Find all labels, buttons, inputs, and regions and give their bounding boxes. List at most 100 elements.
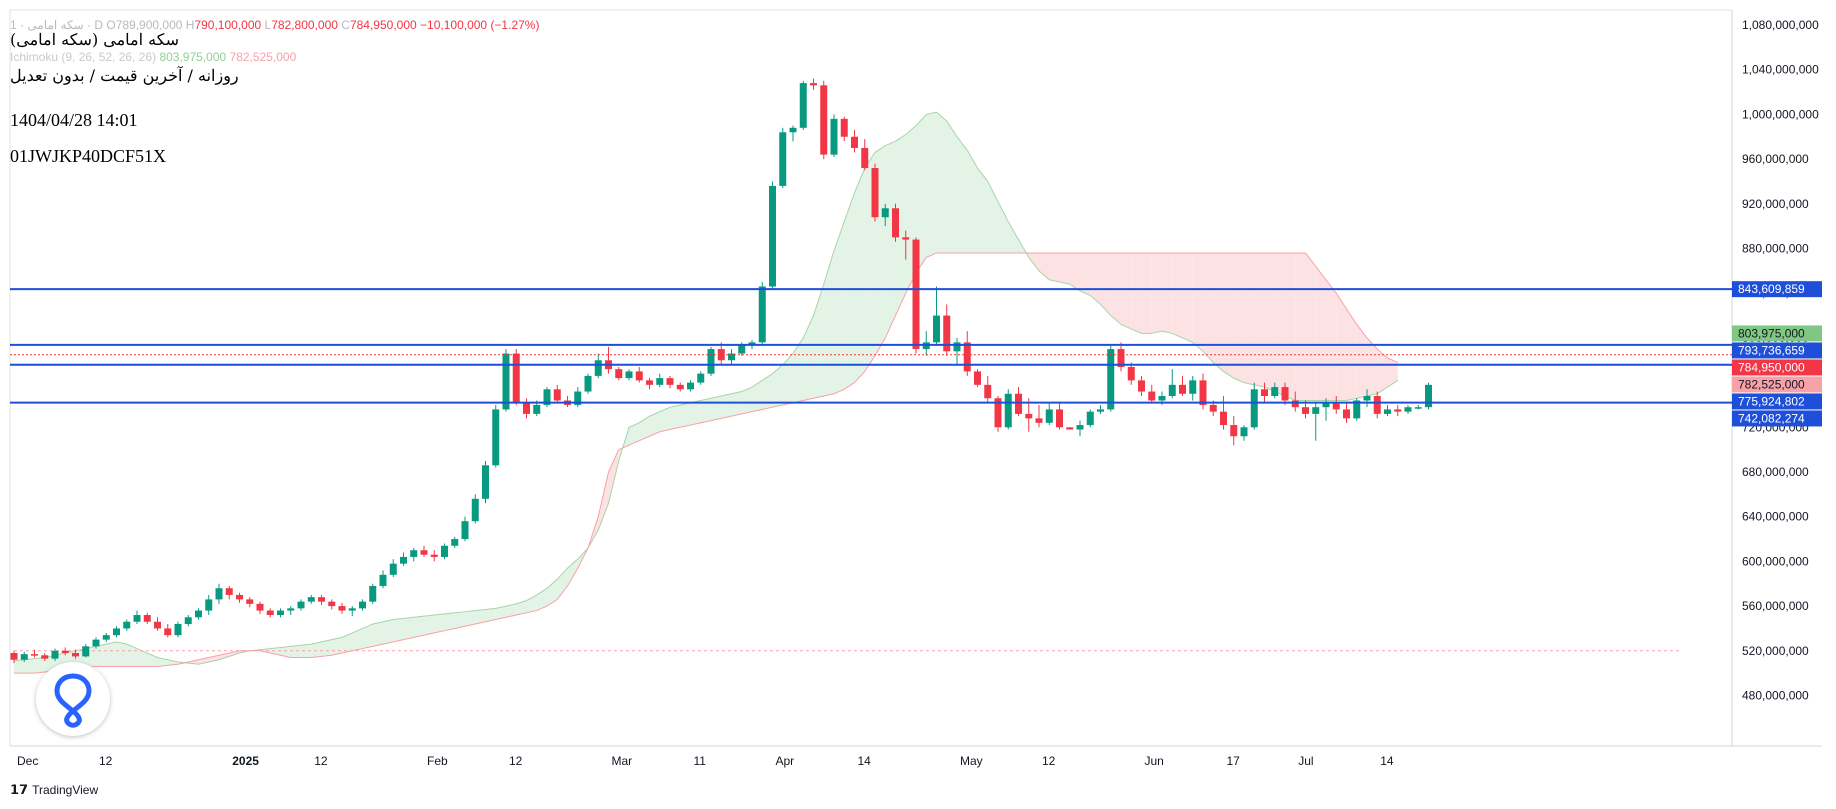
candle-body	[287, 608, 295, 611]
ichimoku-cloud-segment	[116, 641, 127, 667]
candle-body	[92, 639, 100, 647]
candle-body	[1004, 393, 1012, 428]
ichimoku-cloud-segment	[424, 615, 435, 636]
candle-body	[451, 539, 459, 546]
candle-body	[1343, 409, 1350, 419]
ichimoku-cloud-segment	[1151, 252, 1162, 334]
candle-body	[400, 556, 407, 564]
candle-body	[523, 402, 530, 414]
price-label-text: 775,924,802	[1738, 394, 1805, 408]
candle-body	[1045, 409, 1053, 423]
candle-body	[881, 208, 889, 218]
candle-body	[1302, 407, 1309, 414]
price-chart[interactable]: 480,000,000 520,000,000 560,000,000 600,000…	[0, 0, 1836, 809]
candle-body	[933, 315, 940, 343]
y-tick-label: 560,000,000	[1742, 599, 1809, 613]
ichimoku-cloud-segment	[1213, 252, 1224, 372]
candle-body	[1189, 380, 1197, 394]
y-tick-label: 880,000,000	[1742, 242, 1809, 256]
ichimoku-cloud-segment	[926, 112, 937, 258]
y-tick-label: 1,000,000,000	[1742, 107, 1819, 121]
candle-body	[41, 655, 49, 659]
candle-body	[307, 597, 315, 602]
ichimoku-cloud-segment	[393, 618, 404, 642]
candle-body	[594, 360, 602, 376]
price-label-text: 793,736,659	[1738, 343, 1805, 357]
y-tick-label: 640,000,000	[1742, 510, 1809, 524]
candle-body	[1127, 366, 1135, 381]
price-label-text: 784,950,000	[1738, 360, 1805, 374]
candle-body	[1076, 425, 1084, 430]
candle-body	[420, 550, 428, 555]
ichimoku-cloud-segment	[844, 192, 855, 390]
tradingview-watermark[interactable]: 𝟭𝟳 TradingView	[10, 782, 98, 798]
candle-body	[697, 373, 705, 383]
candle-body	[1158, 396, 1166, 401]
candle-body	[471, 498, 479, 522]
candle-body	[369, 585, 377, 602]
candle-body	[1148, 391, 1156, 401]
chart-code: 01JWJKP40DCF51X	[10, 146, 167, 166]
ichimoku-cloud-segment	[331, 637, 342, 656]
close-value: 784,950,000	[349, 18, 417, 32]
candle-body	[810, 83, 817, 86]
ichimoku-cloud-segment	[1223, 252, 1234, 379]
candle-body	[266, 610, 274, 616]
ichimoku-cloud-segment	[1254, 252, 1265, 388]
candle-body	[840, 118, 848, 137]
candle-body	[1056, 409, 1063, 428]
x-tick-label: 11	[694, 754, 707, 768]
candle-body	[184, 617, 192, 624]
candle-body	[584, 375, 592, 392]
candle-body	[553, 389, 561, 401]
ichimoku-cloud-segment	[885, 141, 896, 338]
candle-body	[61, 650, 69, 654]
ichimoku-cloud-segment	[372, 621, 383, 647]
price-label-text: 843,609,859	[1738, 282, 1805, 296]
ichimoku-cloud-segment	[711, 396, 722, 421]
indicator-legend[interactable]: Ichimoku (9, 26, 52, 26, 26) 803,975,000…	[10, 50, 296, 64]
tradingview-logo-icon: 𝟭𝟳	[10, 782, 29, 797]
ichimoku-cloud-segment	[1172, 252, 1183, 338]
ichimoku-cloud-segment	[1203, 252, 1214, 363]
candle-body	[143, 615, 151, 622]
candle-body	[953, 342, 961, 352]
ichimoku-cloud-segment	[434, 613, 445, 633]
x-tick-label: 2025	[232, 754, 259, 768]
x-tick-label: 14	[1380, 754, 1394, 768]
candle-body	[707, 349, 715, 374]
ichimoku-cloud-segment	[1182, 252, 1193, 343]
candle-body	[277, 610, 284, 616]
tradingview-name: TradingView	[32, 783, 99, 797]
ichimoku-cloud-segment	[721, 393, 732, 419]
candle-body	[1199, 380, 1207, 405]
candle-body	[738, 344, 746, 354]
ichimoku-cloud-segment	[854, 168, 865, 383]
candle-body	[676, 384, 684, 390]
y-tick-label: 1,080,000,000	[1742, 18, 1819, 32]
candle-body	[1291, 400, 1299, 408]
ichimoku-cloud-segment	[1192, 252, 1203, 352]
ichimoku-cloud-segment	[977, 168, 988, 253]
candle-body	[1312, 407, 1320, 414]
low-value: 782,800,000	[271, 18, 338, 32]
x-tick-label: Jun	[1145, 754, 1164, 768]
candle-body	[51, 650, 59, 659]
y-tick-label: 680,000,000	[1742, 465, 1809, 479]
ichimoku-cloud-segment	[24, 658, 35, 674]
change-value: −10,100,000 (−1.27%)	[420, 18, 540, 32]
candle-body	[31, 654, 38, 656]
candle-body	[164, 628, 172, 636]
candle-body	[430, 554, 438, 557]
candle-body	[225, 588, 233, 595]
ichimoku-cloud-segment	[444, 612, 455, 631]
y-tick-label: 960,000,000	[1742, 152, 1809, 166]
candle-body	[1015, 393, 1022, 414]
candle-body	[359, 601, 366, 609]
candle-body	[861, 147, 869, 169]
candle-body	[113, 628, 120, 636]
candle-body	[1230, 425, 1238, 437]
x-tick-label: 12	[1042, 754, 1056, 768]
candle-body	[246, 599, 254, 604]
brand-logo-icon	[36, 662, 110, 736]
